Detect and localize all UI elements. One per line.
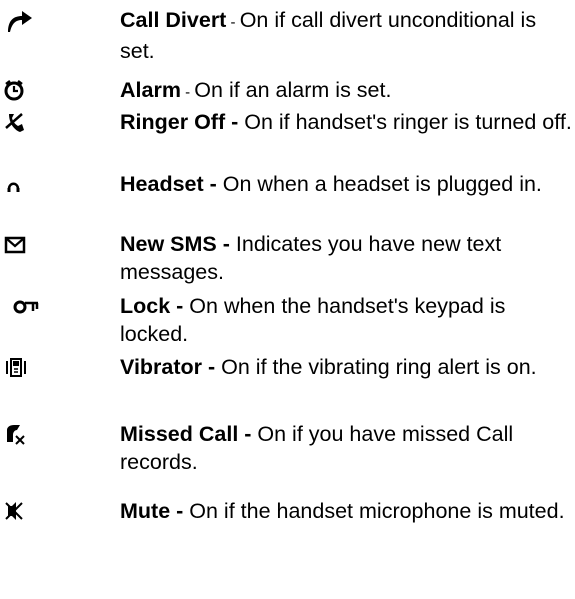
item-name: Headset - bbox=[120, 172, 223, 196]
list-item-text: Mute - On if the handset microphone is m… bbox=[120, 497, 575, 525]
list-item-text: Ringer Off - On if handset's ringer is t… bbox=[120, 108, 575, 136]
list-item-text: Call Divert - On if call divert uncondit… bbox=[120, 6, 575, 65]
headset-icon bbox=[0, 170, 60, 204]
missed-call-icon bbox=[0, 420, 60, 454]
item-name: Ringer Off - bbox=[120, 110, 245, 134]
item-name: Call Divert bbox=[120, 8, 227, 32]
list-item-text: Lock - On when the handset's keypad is l… bbox=[120, 292, 575, 348]
item-description: On if the handset microphone is muted. bbox=[189, 499, 565, 523]
item-name: Mute - bbox=[120, 499, 190, 523]
vibrating-phone-icon bbox=[0, 353, 60, 387]
item-name: Alarm bbox=[120, 78, 181, 102]
muted-microphone-icon bbox=[0, 497, 60, 531]
list-item-text: Missed Call - On if you have missed Call… bbox=[120, 420, 575, 476]
item-separator: - bbox=[226, 14, 240, 31]
list-item-text: Headset - On when a headset is plugged i… bbox=[120, 170, 575, 198]
item-name: Vibrator - bbox=[120, 355, 222, 379]
item-description: On if the vibrating ring alert is on. bbox=[221, 355, 537, 379]
item-name: Lock - bbox=[120, 294, 190, 318]
item-name: Missed Call - bbox=[120, 422, 258, 446]
item-name: New SMS - bbox=[120, 232, 236, 256]
alarm-clock-icon bbox=[0, 76, 60, 110]
list-item-text: Alarm - On if an alarm is set. bbox=[120, 76, 575, 107]
list-item-text: New SMS - Indicates you have new text me… bbox=[120, 230, 575, 286]
envelope-icon bbox=[0, 230, 60, 264]
ringer-off-icon bbox=[0, 108, 60, 142]
list-item-text: Vibrator - On if the vibrating ring aler… bbox=[120, 353, 575, 381]
key-lock-icon bbox=[0, 292, 60, 326]
item-separator: - bbox=[180, 84, 195, 101]
call-divert-arrow-icon bbox=[0, 6, 60, 40]
item-description: On when a headset is plugged in. bbox=[222, 172, 542, 196]
item-description: On if an alarm is set. bbox=[194, 78, 392, 102]
item-description: On if handset's ringer is turned off. bbox=[244, 110, 572, 134]
